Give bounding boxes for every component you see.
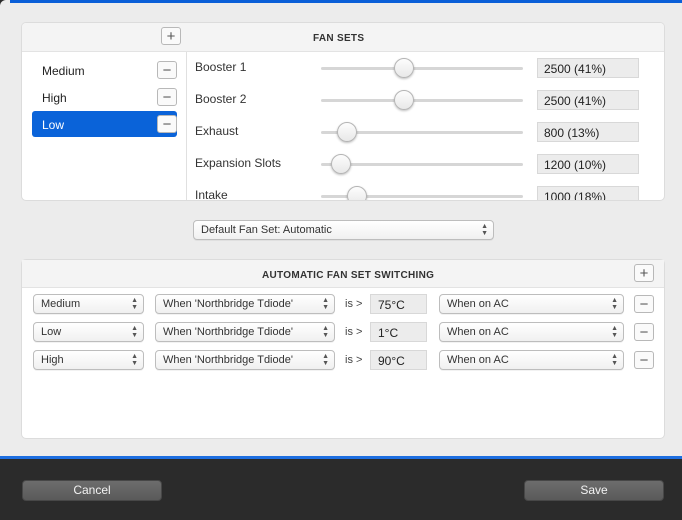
- fan-speed-value[interactable]: 800 (13%): [537, 122, 639, 142]
- rule-fan-set-value: Medium: [41, 298, 81, 310]
- automatic-switching-title: AUTOMATIC FAN SET SWITCHING: [262, 270, 435, 281]
- rule-power-value: When on AC: [447, 298, 509, 310]
- fan-set-list: Medium − High − Low −: [22, 52, 187, 200]
- rule-sensor-select[interactable]: When 'Northbridge Tdiode' ▲ ▼: [155, 294, 335, 314]
- fan-set-label: High: [42, 91, 67, 105]
- fan-name: Expansion Slots: [195, 156, 282, 170]
- automatic-switching-header: AUTOMATIC FAN SET SWITCHING +: [22, 260, 664, 288]
- updown-arrows-icon: ▲ ▼: [322, 325, 329, 339]
- fan-set-item-low[interactable]: Low −: [32, 111, 177, 137]
- fan-row-exhaust: Exhaust 800 (13%): [195, 121, 655, 142]
- fan-speed-slider[interactable]: [321, 122, 523, 142]
- switching-rule-row: Low ▲ ▼ When 'Northbridge Tdiode' ▲ ▼ is >…: [33, 322, 655, 344]
- remove-rule-button[interactable]: −: [634, 323, 654, 341]
- remove-fan-set-button[interactable]: −: [157, 115, 177, 133]
- rule-power-value: When on AC: [447, 326, 509, 338]
- rule-fan-set-value: High: [41, 354, 64, 366]
- slider-knob[interactable]: [347, 186, 367, 200]
- fan-name: Booster 2: [195, 92, 247, 106]
- fan-sets-title: FAN SETS: [313, 33, 365, 44]
- updown-arrows-icon: ▲ ▼: [611, 297, 618, 311]
- rule-sensor-select[interactable]: When 'Northbridge Tdiode' ▲ ▼: [155, 350, 335, 370]
- default-fan-set-label: Default Fan Set: Automatic: [201, 224, 332, 236]
- fan-set-label: Medium: [42, 64, 85, 78]
- rule-sensor-value: When 'Northbridge Tdiode': [163, 326, 293, 338]
- switching-rule-row: Medium ▲ ▼ When 'Northbridge Tdiode' ▲ ▼ i…: [33, 294, 655, 316]
- fan-row-expansion-slots: Expansion Slots 1200 (10%): [195, 153, 655, 174]
- rule-fan-set-select[interactable]: High ▲ ▼: [33, 350, 144, 370]
- updown-arrows-icon: ▲ ▼: [611, 353, 618, 367]
- rule-sensor-select[interactable]: When 'Northbridge Tdiode' ▲ ▼: [155, 322, 335, 342]
- fan-speed-value[interactable]: 2500 (41%): [537, 58, 639, 78]
- updown-arrows-icon: ▲ ▼: [611, 325, 618, 339]
- fan-row-booster-1: Booster 1 2500 (41%): [195, 57, 655, 78]
- bottom-bar: Cancel Save: [0, 459, 682, 520]
- updown-arrows-icon: ▲ ▼: [131, 353, 138, 367]
- slider-knob[interactable]: [337, 122, 357, 142]
- fan-set-item-medium[interactable]: Medium −: [32, 57, 177, 83]
- fan-speed-slider[interactable]: [321, 90, 523, 110]
- fan-speed-slider[interactable]: [321, 58, 523, 78]
- fan-row-booster-2: Booster 2 2500 (41%): [195, 89, 655, 110]
- fan-name: Booster 1: [195, 60, 247, 74]
- is-greater-label: is >: [345, 298, 363, 310]
- fan-speed-value[interactable]: 1000 (18%): [537, 186, 639, 200]
- add-rule-button[interactable]: +: [634, 264, 654, 282]
- rule-power-select[interactable]: When on AC ▲ ▼: [439, 350, 624, 370]
- updown-arrows-icon: ▲ ▼: [322, 297, 329, 311]
- rule-temp-field[interactable]: 90°C: [370, 350, 427, 370]
- remove-rule-button[interactable]: −: [634, 295, 654, 313]
- fan-speed-value[interactable]: 1200 (10%): [537, 154, 639, 174]
- fan-set-item-high[interactable]: High −: [32, 84, 177, 110]
- minus-icon: −: [162, 61, 172, 79]
- plus-icon: +: [166, 27, 176, 45]
- fan-name: Exhaust: [195, 124, 239, 138]
- minus-icon: −: [162, 115, 172, 133]
- rule-temp-field[interactable]: 1°C: [370, 322, 427, 342]
- rule-fan-set-select[interactable]: Medium ▲ ▼: [33, 294, 144, 314]
- updown-arrows-icon: ▲ ▼: [322, 353, 329, 367]
- slider-knob[interactable]: [394, 58, 414, 78]
- remove-fan-set-button[interactable]: −: [157, 88, 177, 106]
- updown-arrows-icon: ▲ ▼: [131, 297, 138, 311]
- fan-row-intake: Intake 1000 (18%): [195, 185, 655, 200]
- fan-speed-slider[interactable]: [321, 154, 523, 174]
- minus-icon: −: [162, 88, 172, 106]
- rule-fan-set-value: Low: [41, 326, 62, 338]
- default-fan-set-select[interactable]: Default Fan Set: Automatic ▲ ▼: [193, 220, 494, 240]
- minus-icon: −: [639, 295, 649, 313]
- automatic-switching-panel: AUTOMATIC FAN SET SWITCHING + Medium ▲ ▼ …: [22, 260, 664, 438]
- fan-sets-panel: + FAN SETS Medium − High − Low − Booster…: [22, 23, 664, 200]
- fan-speed-value[interactable]: 2500 (41%): [537, 90, 639, 110]
- minus-icon: −: [639, 351, 649, 369]
- fan-speed-slider[interactable]: [321, 186, 523, 200]
- plus-icon: +: [639, 264, 649, 282]
- add-fan-set-button[interactable]: +: [161, 27, 181, 45]
- fan-control-sheet: + FAN SETS Medium − High − Low − Booster…: [0, 0, 682, 458]
- rule-sensor-value: When 'Northbridge Tdiode': [163, 298, 293, 310]
- is-greater-label: is >: [345, 354, 363, 366]
- rule-fan-set-select[interactable]: Low ▲ ▼: [33, 322, 144, 342]
- updown-arrows-icon: ▲ ▼: [131, 325, 138, 339]
- fan-sets-header: + FAN SETS: [22, 23, 664, 52]
- remove-fan-set-button[interactable]: −: [157, 61, 177, 79]
- switching-rule-row: High ▲ ▼ When 'Northbridge Tdiode' ▲ ▼ is …: [33, 350, 655, 372]
- rule-power-value: When on AC: [447, 354, 509, 366]
- rule-power-select[interactable]: When on AC ▲ ▼: [439, 322, 624, 342]
- cancel-button[interactable]: Cancel: [22, 480, 162, 501]
- slider-knob[interactable]: [394, 90, 414, 110]
- minus-icon: −: [639, 323, 649, 341]
- sheet-top-accent: [10, 0, 682, 3]
- fan-set-label: Low: [42, 118, 65, 132]
- updown-arrows-icon: ▲ ▼: [481, 223, 488, 237]
- rule-power-select[interactable]: When on AC ▲ ▼: [439, 294, 624, 314]
- rule-temp-field[interactable]: 75°C: [370, 294, 427, 314]
- save-button[interactable]: Save: [524, 480, 664, 501]
- slider-knob[interactable]: [331, 154, 351, 174]
- is-greater-label: is >: [345, 326, 363, 338]
- rule-sensor-value: When 'Northbridge Tdiode': [163, 354, 293, 366]
- remove-rule-button[interactable]: −: [634, 351, 654, 369]
- fan-name: Intake: [195, 188, 228, 200]
